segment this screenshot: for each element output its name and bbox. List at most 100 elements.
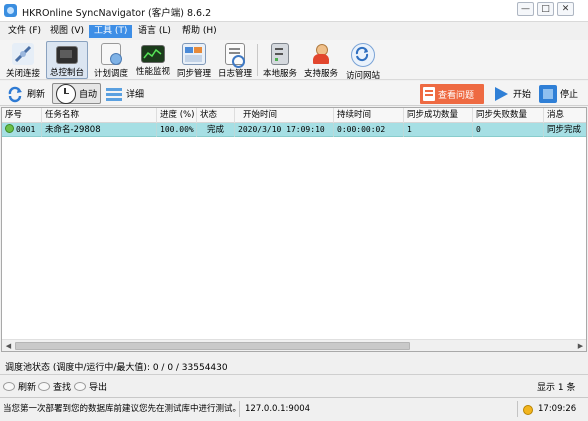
refresh-arrows-icon (6, 85, 24, 103)
local-service-label: 本地服务 (262, 69, 297, 79)
footer-export-button[interactable]: 导出 (74, 380, 108, 393)
view-issues-button[interactable]: 查看问题 (420, 84, 484, 104)
column-header-duration[interactable]: 持续时间 (334, 108, 404, 123)
close-connection-button[interactable]: 关闭连接 (3, 41, 43, 79)
auto-label: 自动 (79, 90, 98, 100)
view-issues-label: 查看问题 (438, 90, 475, 101)
menu-tools[interactable]: 工具 (T) (89, 25, 133, 38)
column-header-success-count[interactable]: 同步成功数量 (404, 108, 473, 123)
close-button[interactable]: ✕ (557, 2, 574, 16)
start-button[interactable]: 开始 (492, 83, 531, 104)
oval-button-icon (38, 381, 50, 391)
horizontal-scrollbar[interactable]: ◀ ▶ (2, 339, 586, 351)
status-bar: 当您第一次部署到您的数据库前建议您先在测试库中进行测试。 127.0.0.1:9… (0, 397, 588, 421)
record-count: 显示 1 条 (537, 383, 576, 393)
scrollbar-thumb[interactable] (15, 342, 410, 350)
console-button[interactable]: 总控制台 (46, 41, 88, 79)
stack-layers-icon (105, 85, 123, 103)
column-header-status[interactable]: 状态 (197, 108, 235, 123)
status-dot-icon (5, 124, 14, 133)
task-grid: 序号 任务名称 进度 (%) 状态 开始时间 持续时间 同步成功数量 同步失败数… (1, 107, 587, 352)
secondary-toolbar: 刷新 自动 详细 查看问题 开始 停止 (0, 81, 588, 106)
main-toolbar: 关闭连接 总控制台 计划调度 性能监视 同步管理 日志管理 本地服务 支持服务 … (0, 40, 588, 81)
support-service-button[interactable]: 支持服务 (301, 41, 341, 79)
oval-button-icon (3, 381, 15, 391)
divider (0, 374, 588, 375)
column-header-task-name[interactable]: 任务名称 (42, 108, 157, 123)
schedule-button[interactable]: 计划调度 (91, 41, 131, 79)
menu-file[interactable]: 文件 (F) (3, 25, 46, 38)
toolbar-separator (257, 44, 258, 76)
column-header-fail-count[interactable]: 同步失败数量 (473, 108, 544, 123)
scroll-left-icon[interactable]: ◀ (3, 342, 14, 351)
performance-button[interactable]: 性能监视 (133, 41, 173, 79)
sync-management-button[interactable]: 同步管理 (174, 41, 214, 79)
monitor-icon (56, 46, 78, 64)
column-header-progress[interactable]: 进度 (%) (157, 108, 197, 123)
sync-window-icon (182, 43, 206, 65)
footer-refresh-button[interactable]: 刷新 (3, 380, 37, 393)
column-header-start-time[interactable]: 开始时间 (235, 108, 334, 123)
server-address: 127.0.0.1:9004 (245, 404, 311, 414)
stop-label: 停止 (560, 90, 579, 100)
column-header-index[interactable]: 序号 (2, 108, 42, 123)
grid-header: 序号 任务名称 进度 (%) 状态 开始时间 持续时间 同步成功数量 同步失败数… (2, 108, 586, 123)
refresh-label: 刷新 (27, 90, 46, 100)
cell-message: 同步完成 (547, 125, 582, 135)
app-icon (4, 4, 17, 17)
status-separator (239, 401, 240, 417)
local-service-button[interactable]: 本地服务 (260, 41, 300, 79)
details-button[interactable]: 详细 (105, 83, 144, 104)
title-bar: HKROnline SyncNavigator (客户端) 8.6.2 — □ … (0, 0, 588, 22)
issues-doc-icon (423, 87, 435, 101)
cell-status: 完成 (197, 123, 235, 137)
menu-help[interactable]: 帮助 (H) (177, 25, 222, 38)
play-icon (492, 85, 510, 103)
auto-button[interactable]: 自动 (52, 83, 102, 104)
cell-index-value: 0001 (16, 125, 36, 134)
clock-status-icon (523, 405, 533, 415)
details-label: 详细 (126, 90, 145, 100)
support-service-label: 支持服务 (303, 69, 338, 79)
support-person-icon (310, 43, 332, 65)
cell-index: 0001 (2, 123, 42, 137)
cell-start-time: 2020/3/10 17:09:10 (235, 123, 334, 137)
cell-success-count: 1 (404, 123, 473, 137)
cell-duration: 0:00:00:02 (334, 123, 404, 137)
log-file-icon (225, 43, 245, 68)
start-label: 开始 (513, 90, 532, 100)
status-message: 当您第一次部署到您的数据库前建议您先在测试库中进行测试。 (3, 404, 238, 414)
unplug-icon (12, 43, 34, 65)
scheduler-pool-status: 调度池状态 (调度中/运行中/最大值): 0 / 0 / 33554430 (5, 363, 228, 373)
footer-search-label: 查找 (53, 382, 72, 393)
close-connection-label: 关闭连接 (5, 69, 40, 79)
minimize-button[interactable]: — (517, 2, 534, 16)
menu-bar: 文件 (F) 视图 (V) 工具 (T) 语言 (L) 帮助 (H) (0, 23, 588, 40)
cell-progress: 100.00% (157, 123, 197, 137)
menu-view[interactable]: 视图 (V) (45, 25, 89, 38)
sync-management-label: 同步管理 (176, 69, 211, 79)
window-title: HKROnline SyncNavigator (客户端) 8.6.2 (22, 8, 212, 19)
refresh-globe-icon (351, 43, 375, 67)
visit-website-button[interactable]: 访问网站 (343, 41, 383, 81)
stop-button[interactable]: 停止 (539, 83, 578, 104)
status-time: 17:09:26 (538, 404, 577, 414)
scroll-right-icon[interactable]: ▶ (575, 342, 586, 351)
log-management-button[interactable]: 日志管理 (215, 41, 255, 79)
footer-search-button[interactable]: 查找 (38, 380, 72, 393)
restore-button[interactable]: □ (537, 2, 554, 16)
column-header-message[interactable]: 消息 (544, 108, 586, 123)
footer-refresh-label: 刷新 (18, 382, 37, 393)
cell-task-name: 未命名-29808 (42, 123, 157, 137)
visit-website-label: 访问网站 (345, 71, 380, 81)
oval-button-icon (74, 381, 86, 391)
stop-icon (539, 84, 557, 103)
schedule-label: 计划调度 (93, 69, 128, 79)
calendar-icon (101, 43, 122, 65)
refresh-button[interactable]: 刷新 (6, 83, 45, 104)
chart-monitor-icon (141, 45, 165, 63)
table-row[interactable]: 0001 未命名-29808 100.00% 完成 2020/3/10 17:0… (2, 123, 586, 137)
menu-language[interactable]: 语言 (L) (133, 25, 176, 38)
clock-icon (56, 83, 76, 104)
footer-export-label: 导出 (89, 382, 108, 393)
